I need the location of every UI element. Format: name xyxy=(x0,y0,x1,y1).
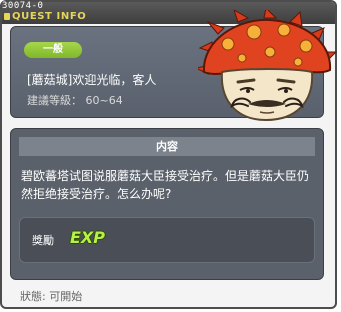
quest-category-badge: 一般 xyxy=(24,42,82,58)
mushroom-npc-portrait xyxy=(198,10,338,122)
lock-icon xyxy=(4,13,10,20)
quest-title: [蘑菇城]欢迎光临，客人 xyxy=(27,73,157,87)
quest-description: 碧欧蕃塔试图说服蘑菇大臣接受治疗。但是蘑菇大臣仍然拒绝接受治疗。怎么办呢? xyxy=(21,169,310,201)
content-heading: 内容 xyxy=(19,137,315,156)
reward-label: 獎勵 xyxy=(32,234,54,247)
content-panel: 内容 碧欧蕃塔试图说服蘑菇大臣接受治疗。但是蘑菇大臣仍然拒绝接受治疗。怎么办呢?… xyxy=(10,128,324,280)
exp-icon[interactable]: EXP xyxy=(70,228,105,247)
quest-status: 狀態: 可開始 xyxy=(20,290,83,303)
window-title: QUEST INFO xyxy=(12,11,87,22)
quest-id: 30074-0 xyxy=(2,1,44,11)
recommended-level: 建議等級： 60~64 xyxy=(27,94,123,107)
reward-box: 獎勵 EXP xyxy=(19,217,315,263)
